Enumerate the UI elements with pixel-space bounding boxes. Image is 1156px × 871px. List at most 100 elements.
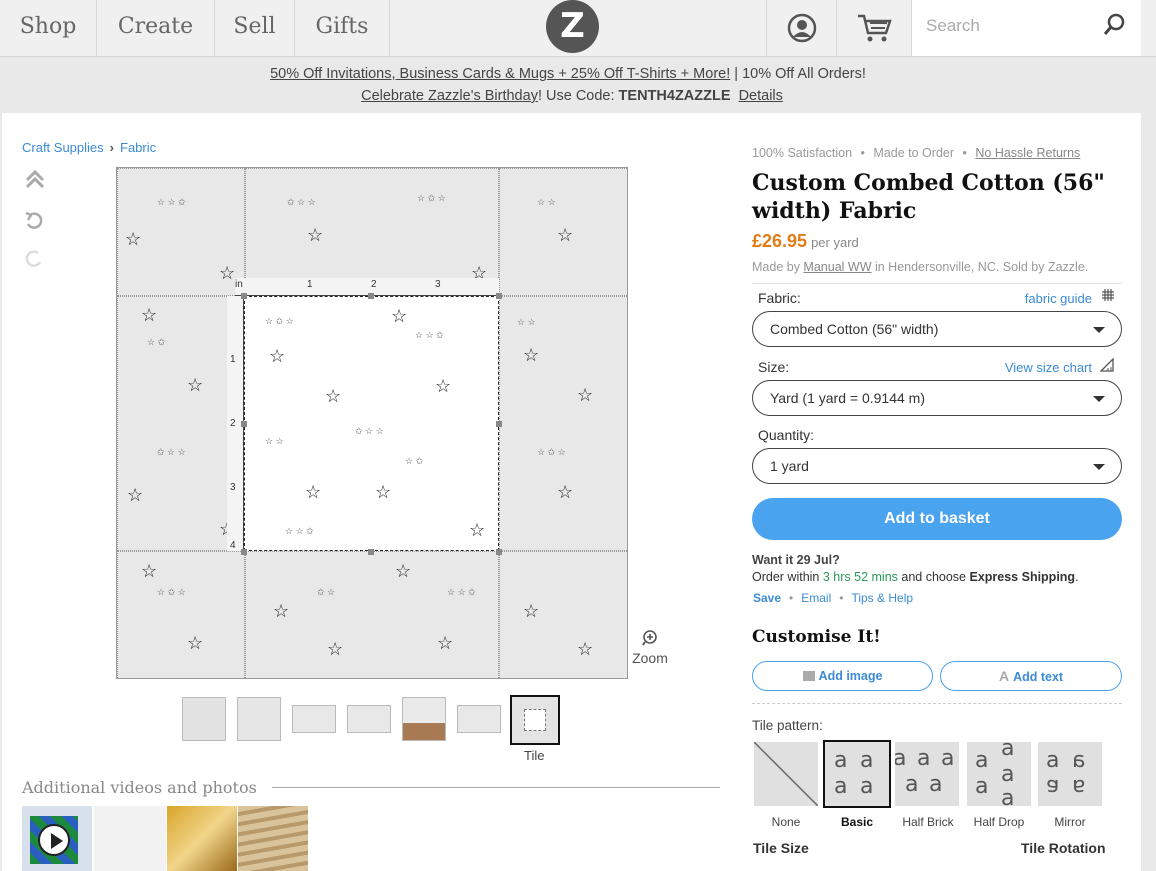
thumbnail-tile-selected[interactable] <box>510 695 560 745</box>
star-icon: ✩ ☆ ☆ <box>287 197 316 207</box>
ruler-mark: 1 <box>307 279 313 290</box>
search-input[interactable] <box>926 15 1096 37</box>
made-by: Made by Manual WW in Hendersonville, NC.… <box>752 260 1088 274</box>
search-box <box>911 0 1141 56</box>
delivery-info: Want it 29 Jul? Order within 3 hrs 52 mi… <box>752 552 1079 586</box>
star-icon: ☆ ✩ ☆ <box>537 447 566 457</box>
add-text-label: Add text <box>1013 670 1064 684</box>
star-icon: ☆ <box>141 305 158 325</box>
divider <box>272 787 720 788</box>
save-link[interactable]: Save <box>753 591 781 605</box>
nav-gifts[interactable]: Gifts <box>295 0 390 56</box>
size-select[interactable]: Yard (1 yard = 0.9144 m) <box>752 380 1122 416</box>
redo-icon[interactable] <box>24 249 44 275</box>
resize-handle[interactable] <box>241 549 247 555</box>
tile-option-label: Basic <box>840 815 874 829</box>
design-canvas[interactable]: ☆ ☆ ☆ ☆ ☆ ☆ ☆ ☆ ☆ ☆ ☆ ☆ ☆ ☆ ☆ ☆ ☆ ☆ ☆ ☆ … <box>116 167 628 679</box>
zoom-in-icon <box>630 629 670 650</box>
star-icon: ☆ <box>395 561 412 581</box>
add-text-button[interactable]: A Add text <box>940 661 1122 691</box>
design-image[interactable]: ☆ ☆ ☆ ☆ ☆ ☆ ☆ ☆ ✩ ☆ ☆ ☆ ✩ ✩ ☆ ☆ ☆ ☆ ☆ ✩ … <box>244 296 499 551</box>
chevron-down-icon <box>1093 464 1105 470</box>
made-to-order-text: Made to Order <box>873 146 955 160</box>
breadcrumb-craft-supplies[interactable]: Craft Supplies <box>22 140 104 155</box>
details-link[interactable]: Details <box>739 88 783 104</box>
designer-link[interactable]: Manual WW <box>803 260 871 274</box>
undo-icon[interactable] <box>24 211 44 237</box>
additional-heading-text: Additional videos and photos <box>22 778 257 797</box>
photo-thumbnail[interactable] <box>167 806 237 871</box>
star-icon: ☆ <box>577 639 594 659</box>
thumbnail[interactable] <box>237 697 281 741</box>
fabric-label: Fabric: <box>758 290 801 306</box>
tile-option-half-drop[interactable]: aa aaa <box>967 742 1031 806</box>
resize-handle[interactable] <box>368 293 374 299</box>
thumbnail[interactable] <box>347 705 391 733</box>
thumbnail[interactable] <box>402 697 446 741</box>
star-icon: ☆ ✩ ☆ <box>157 587 186 597</box>
tile-option-basic[interactable]: aa aa <box>823 740 891 808</box>
star-icon: ☆ <box>305 482 322 502</box>
ruler-mark: 2 <box>371 279 377 290</box>
tile <box>499 551 627 678</box>
price-unit: per yard <box>811 235 859 250</box>
zoom-button[interactable]: Zoom <box>630 629 670 666</box>
star-icon: ☆ ✩ ☆ <box>265 316 294 326</box>
nav-sell[interactable]: Sell <box>215 0 295 56</box>
search-icon[interactable] <box>1102 12 1128 41</box>
tile-option-half-brick[interactable]: aaa aa <box>895 742 959 806</box>
divider <box>752 283 1122 284</box>
email-link[interactable]: Email <box>801 591 831 605</box>
tile <box>117 551 245 678</box>
size-label: Size: <box>758 359 790 375</box>
thumbnail-tile-label: Tile <box>524 748 545 763</box>
nav-create[interactable]: Create <box>97 0 215 56</box>
tips-help-link[interactable]: Tips & Help <box>851 591 913 605</box>
resize-handle[interactable] <box>368 549 374 555</box>
birthday-link[interactable]: Celebrate Zazzle's Birthday <box>361 88 538 104</box>
quantity-select[interactable]: 1 yard <box>752 448 1122 484</box>
resize-handle[interactable] <box>496 293 502 299</box>
thumbnail[interactable] <box>457 705 501 733</box>
size-chart-link[interactable]: View size chart <box>1005 360 1092 375</box>
tile <box>245 168 499 296</box>
grid-icon <box>1102 289 1114 304</box>
fabric-select[interactable]: Combed Cotton (56" width) <box>752 311 1122 347</box>
add-image-button[interactable]: Add image <box>752 661 933 691</box>
product-panel: 100% Satisfaction • Made to Order • No H… <box>752 113 1124 871</box>
resize-handle[interactable] <box>496 421 502 427</box>
promo-link[interactable]: 50% Off Invitations, Business Cards & Mu… <box>270 66 730 82</box>
returns-link[interactable]: No Hassle Returns <box>975 146 1080 160</box>
fabric-guide-link[interactable]: fabric guide <box>1025 291 1092 306</box>
resize-handle[interactable] <box>241 293 247 299</box>
nav-shop[interactable]: Shop <box>0 0 97 56</box>
zoom-label: Zoom <box>632 650 668 666</box>
star-icon: ☆ <box>437 633 454 653</box>
made-by-prefix: Made by <box>752 260 804 274</box>
video-thumbnail[interactable] <box>22 806 92 871</box>
thumbnail[interactable] <box>182 697 226 741</box>
top-nav: Shop Create Sell Gifts Z <box>0 0 1156 57</box>
account-icon[interactable] <box>766 0 836 56</box>
star-icon: ✩ ☆ ☆ <box>157 447 186 457</box>
cart-icon[interactable] <box>836 0 911 56</box>
star-icon: ☆ <box>557 482 574 502</box>
made-by-suffix: in Hendersonville, NC. Sold by Zazzle. <box>871 260 1089 274</box>
resize-handle[interactable] <box>241 421 247 427</box>
zazzle-logo[interactable]: Z <box>546 0 599 53</box>
order-prefix: Order within <box>752 570 823 584</box>
tile-option-none[interactable] <box>754 742 818 806</box>
order-countdown: 3 hrs 52 mins <box>822 570 898 584</box>
bring-to-front-icon[interactable] <box>24 169 46 197</box>
add-to-basket-button[interactable]: Add to basket <box>752 498 1122 540</box>
thumbnail[interactable] <box>292 705 336 733</box>
breadcrumb-fabric[interactable]: Fabric <box>120 140 156 155</box>
photo-thumbnail[interactable] <box>94 806 166 871</box>
ruler-icon <box>1099 357 1114 375</box>
tile-option-mirror[interactable]: aa aa <box>1038 742 1102 806</box>
resize-handle[interactable] <box>496 549 502 555</box>
star-icon: ☆ ☆ ✩ <box>415 330 444 340</box>
star-icon: ☆ <box>557 225 574 245</box>
star-icon: ☆ ✩ ☆ <box>417 193 446 203</box>
photo-thumbnail[interactable] <box>238 806 308 871</box>
